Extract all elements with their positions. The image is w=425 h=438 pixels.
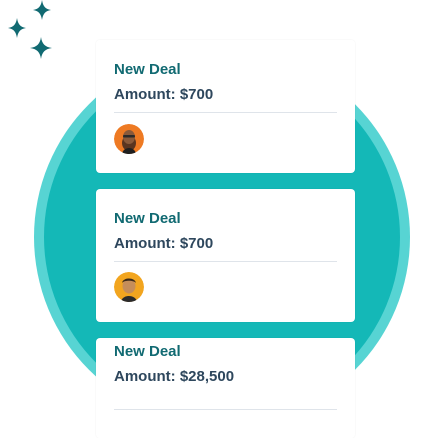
card-divider [114,409,337,410]
deal-card[interactable]: New Deal Amount: $28,500 [96,338,355,438]
avatar [114,124,144,154]
card-divider [114,112,337,113]
deal-amount: Amount: $700 [114,235,214,252]
deals-illustration: New Deal Amount: $700 New Deal Amount: $… [0,0,425,438]
deal-title: New Deal [114,61,181,78]
sparkle-icon [8,0,52,59]
deal-card[interactable]: New Deal Amount: $700 [96,40,355,173]
deal-amount: Amount: $28,500 [114,368,235,385]
deal-title: New Deal [114,210,181,227]
deal-card[interactable]: New Deal Amount: $700 [96,189,355,322]
deal-amount: Amount: $700 [114,86,214,103]
deal-title: New Deal [114,343,181,360]
avatar [114,272,144,302]
card-divider [114,261,337,262]
